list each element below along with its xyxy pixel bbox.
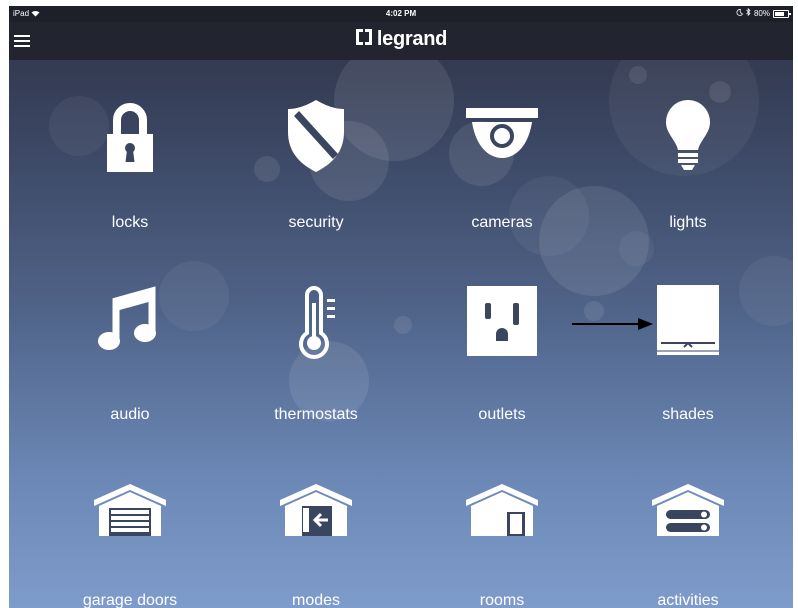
tile-modes[interactable]: modes — [236, 476, 396, 608]
bluetooth-icon — [746, 6, 751, 22]
clock: 4:02 PM — [385, 9, 417, 18]
brand-name: legrand — [376, 28, 448, 50]
moon-icon — [736, 6, 744, 22]
tile-label: thermostats — [274, 406, 358, 423]
tile-security[interactable]: security — [236, 94, 396, 254]
tile-label: garage doors — [82, 592, 178, 608]
house-toggles-icon — [648, 476, 728, 556]
status-right: 80% — [736, 6, 791, 22]
nav-bar: legrand — [9, 22, 793, 60]
tile-activities[interactable]: activities — [608, 476, 768, 608]
house-icon — [462, 476, 542, 556]
legrand-logo-icon — [355, 28, 373, 51]
tile-locks[interactable]: locks — [50, 94, 210, 254]
security-camera-icon — [462, 94, 542, 174]
brand-logo: legrand — [9, 28, 793, 51]
tile-label: rooms — [479, 592, 525, 608]
tile-label: cameras — [471, 214, 533, 231]
tile-thermostats[interactable]: thermostats — [236, 281, 396, 441]
tile-label: security — [288, 214, 344, 231]
tile-cameras[interactable]: cameras — [422, 94, 582, 254]
window-shade-icon — [648, 281, 728, 361]
background-bubble — [629, 66, 647, 84]
arrow-right-icon — [572, 316, 654, 332]
tile-audio[interactable]: audio — [50, 281, 210, 441]
light-bulb-icon — [648, 94, 728, 174]
power-outlet-icon — [462, 281, 542, 361]
tile-rooms[interactable]: rooms — [422, 476, 582, 608]
tile-label: modes — [291, 592, 341, 608]
tile-label: outlets — [478, 406, 526, 423]
tile-label: shades — [662, 406, 714, 423]
tile-label: locks — [111, 214, 149, 231]
battery-percent: 80% — [753, 9, 770, 18]
tile-shades[interactable]: shades — [608, 281, 768, 441]
battery-icon — [773, 10, 791, 18]
home-screen: iPad 4:02 PM 80% legrand locks security … — [9, 6, 793, 608]
lock-icon — [90, 94, 170, 174]
music-note-icon — [90, 281, 170, 361]
tile-label: lights — [669, 214, 707, 231]
tile-label: audio — [110, 406, 150, 423]
house-enter-icon — [276, 476, 356, 556]
tile-outlets[interactable]: outlets — [422, 281, 582, 441]
garage-door-icon — [90, 476, 170, 556]
status-bar: iPad 4:02 PM 80% — [9, 6, 793, 22]
tile-garage-doors[interactable]: garage doors — [50, 476, 210, 608]
background-bubble — [394, 316, 412, 334]
thermometer-icon — [276, 281, 356, 361]
shield-icon — [276, 94, 356, 174]
tile-lights[interactable]: lights — [608, 94, 768, 254]
tile-label: activities — [657, 592, 719, 608]
